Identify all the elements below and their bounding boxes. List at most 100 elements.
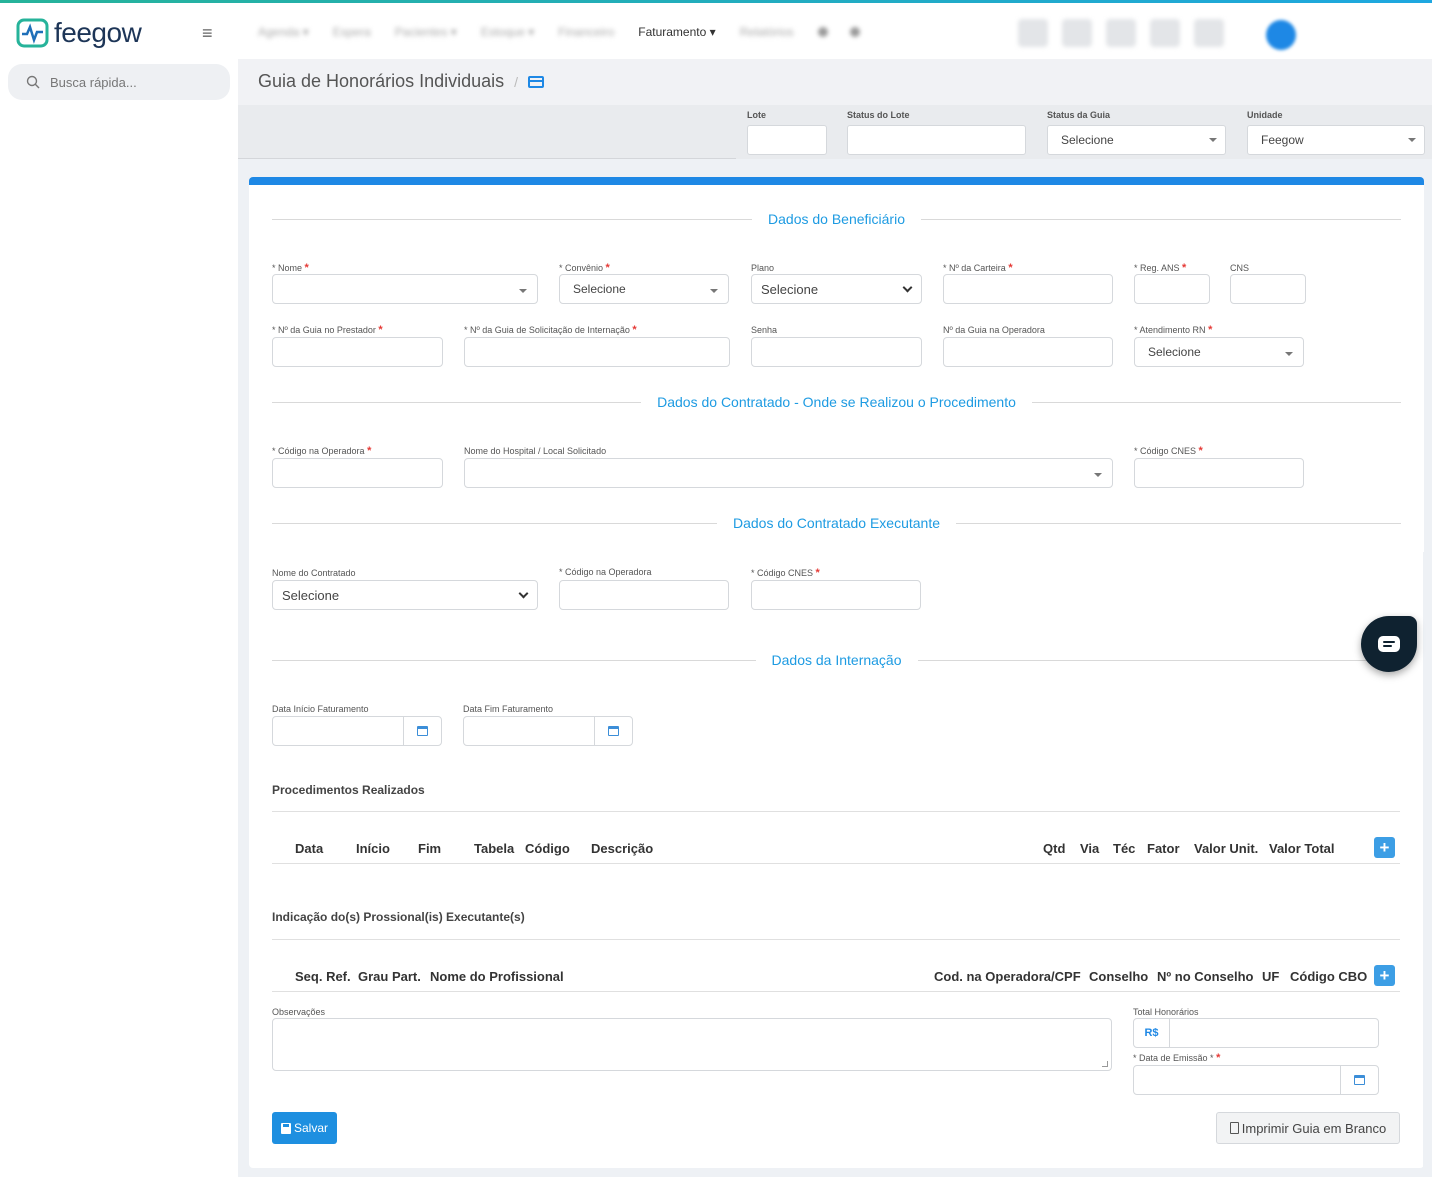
grid-icon[interactable]: [1106, 19, 1136, 47]
guia-solicitacao-input[interactable]: [464, 337, 730, 367]
nav-item-espera[interactable]: Espera: [333, 25, 371, 39]
status-lote-input[interactable]: [847, 125, 1026, 155]
cns-label: CNS: [1230, 263, 1250, 273]
status-guia-select[interactable]: Selecione: [1047, 125, 1226, 155]
page-header: Guia de Honorários Individuais /: [238, 59, 1432, 105]
search-input[interactable]: Busca rápida...: [8, 64, 230, 100]
nome-label: * Nome *: [272, 262, 309, 274]
nav-item-agenda[interactable]: Agenda ▾: [258, 25, 309, 39]
data-inicio-input[interactable]: [272, 716, 442, 746]
chevron-down-icon: [1285, 352, 1293, 356]
data-fim-input[interactable]: [463, 716, 633, 746]
save-button[interactable]: Salvar: [272, 1112, 337, 1144]
cns-input[interactable]: [1230, 274, 1306, 304]
col-nome-profissional: Nome do Profissional: [430, 969, 564, 984]
plano-select[interactable]: Selecione: [751, 274, 922, 304]
guia-solicitacao-label: * Nº da Guia de Solicitação de Internaçã…: [464, 324, 637, 336]
calendar-button[interactable]: [403, 717, 441, 745]
nav-item-estoque[interactable]: Estoque ▾: [481, 25, 534, 39]
profissionais-title: Indicação do(s) Prossional(is) Executant…: [272, 910, 525, 924]
chevron-down-icon: [518, 588, 529, 599]
section-title: Dados do Contratado - Onde se Realizou o…: [657, 394, 1016, 410]
convenio-value: Selecione: [573, 282, 626, 296]
edit-icon[interactable]: [1018, 19, 1048, 47]
transfer-icon[interactable]: [1194, 19, 1224, 47]
brand-logo[interactable]: feegow: [16, 17, 142, 49]
section-title: Dados do Contratado Executante: [732, 515, 941, 531]
carteira-input[interactable]: [943, 274, 1113, 304]
lote-input[interactable]: [747, 125, 827, 155]
atendimento-rn-value: Selecione: [1148, 345, 1201, 359]
guia-prestador-input[interactable]: [272, 337, 443, 367]
col-valor-total: Valor Total: [1269, 841, 1335, 856]
logo-icon: [16, 18, 49, 48]
download-icon[interactable]: [1150, 19, 1180, 47]
breadcrumb-separator: /: [514, 73, 519, 90]
filters-bar: Lote Status do Lote Status da Guia Selec…: [238, 105, 1432, 159]
main-nav: Agenda ▾ Espera Pacientes ▾ Estoque ▾ Fi…: [258, 25, 882, 39]
chevron-down-icon: [519, 289, 527, 293]
add-procedure-button[interactable]: +: [1374, 837, 1395, 858]
atendimento-rn-select[interactable]: Selecione: [1134, 337, 1304, 367]
toolbar-icons: [1018, 19, 1238, 47]
codigo-operadora-input[interactable]: [272, 458, 443, 488]
nome-contratado-select[interactable]: Selecione: [272, 580, 538, 610]
calendar-button[interactable]: [1340, 1066, 1378, 1094]
observacoes-label: Observações: [272, 1007, 326, 1017]
col-qtd: Qtd: [1043, 841, 1066, 856]
col-descricao: Descrição: [591, 841, 654, 856]
unidade-label: Unidade: [1247, 110, 1283, 120]
menu-toggle-icon[interactable]: ≡: [202, 23, 213, 44]
nome-contratado-label: Nome do Contratado: [272, 568, 356, 578]
lote-label: Lote: [747, 110, 766, 120]
section-internacao: Dados da Internação: [272, 650, 1402, 670]
chat-button[interactable]: [1361, 616, 1417, 672]
section-contratado: Dados do Contratado - Onde se Realizou o…: [272, 392, 1402, 412]
nav-icon-1[interactable]: [817, 27, 828, 37]
senha-label: Senha: [751, 325, 778, 335]
codigo-cnes-input[interactable]: [1134, 458, 1304, 488]
data-emissao-label: * Data de Emissão * *: [1133, 1052, 1221, 1064]
col-fim: Fim: [418, 841, 442, 856]
nav-item-financeiro[interactable]: Financeiro: [558, 25, 614, 39]
document-icon: [1229, 1122, 1239, 1134]
nav-item-relatorios[interactable]: Relatórios: [740, 25, 794, 39]
floppy-icon: [280, 1122, 291, 1134]
unidade-select[interactable]: Feegow: [1247, 125, 1425, 155]
add-professional-button[interactable]: +: [1374, 965, 1395, 986]
nav-icon-2[interactable]: [849, 27, 860, 37]
currency-addon: R$: [1134, 1019, 1170, 1047]
guia-operadora-input[interactable]: [943, 337, 1113, 367]
reg-ans-input[interactable]: [1134, 274, 1210, 304]
credit-card-icon: [528, 75, 545, 88]
resize-handle-icon[interactable]: [1102, 1061, 1108, 1067]
data-emissao-input[interactable]: [1133, 1065, 1379, 1095]
nome-hospital-select[interactable]: [464, 458, 1113, 488]
senha-input[interactable]: [751, 337, 922, 367]
exec-codigo-cnes-input[interactable]: [751, 580, 921, 610]
col-seq-ref: Seq. Ref.: [295, 969, 351, 984]
convenio-select[interactable]: Selecione: [559, 274, 729, 304]
print-blank-guide-button[interactable]: Imprimir Guia em Branco: [1216, 1112, 1400, 1144]
convenio-label: * Convênio *: [559, 262, 610, 274]
carteira-label: * Nº da Carteira *: [943, 262, 1013, 274]
col-codigo: Código: [525, 841, 570, 856]
video-icon[interactable]: [1062, 19, 1092, 47]
chat-icon: [1378, 636, 1400, 652]
col-tabela: Tabela: [474, 841, 515, 856]
data-fim-label: Data Fim Faturamento: [463, 704, 554, 714]
observacoes-textarea[interactable]: [272, 1018, 1112, 1071]
avatar[interactable]: [1266, 20, 1296, 50]
col-numero-conselho: Nº no Conselho: [1157, 969, 1254, 984]
col-conselho: Conselho: [1089, 969, 1149, 984]
procedimentos-title: Procedimentos Realizados: [272, 783, 425, 797]
nav-item-faturamento[interactable]: Faturamento ▾: [638, 25, 715, 39]
total-honorarios-input[interactable]: R$: [1133, 1018, 1379, 1048]
nome-select[interactable]: [272, 274, 538, 304]
exec-codigo-operadora-input[interactable]: [559, 580, 729, 610]
guia-prestador-label: * Nº da Guia no Prestador *: [272, 324, 383, 336]
calendar-button[interactable]: [594, 717, 632, 745]
chevron-down-icon: [902, 282, 913, 293]
nav-item-pacientes[interactable]: Pacientes ▾: [395, 25, 457, 39]
chevron-down-icon: [1408, 138, 1416, 142]
